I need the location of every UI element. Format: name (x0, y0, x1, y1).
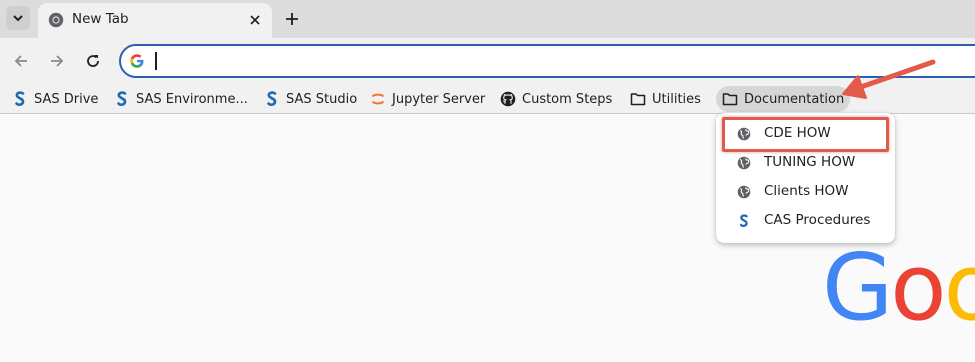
sas-icon (12, 91, 28, 107)
sas-icon (264, 91, 280, 107)
address-input[interactable] (155, 50, 855, 72)
menu-item-cas-procedures[interactable]: CAS Procedures (716, 206, 895, 235)
bookmark-jupyter-server[interactable]: Jupyter Server (366, 86, 489, 112)
bookmark-folder-documentation[interactable]: Documentation (716, 86, 851, 112)
text-caret (155, 52, 157, 70)
tab-new-tab[interactable]: New Tab (38, 3, 272, 38)
arrow-left-icon (14, 55, 27, 67)
menu-item-tuning-how[interactable]: TUNING HOW (716, 148, 895, 177)
bookmark-label: Documentation (744, 91, 845, 107)
reload-button[interactable] (81, 49, 105, 73)
bookmark-sas-environment[interactable]: SAS Environme... (110, 86, 252, 112)
google-logo: Goo (822, 242, 975, 334)
sas-icon (736, 213, 752, 229)
close-tab-button[interactable] (246, 11, 264, 29)
google-logo-letter: G (822, 234, 893, 341)
close-icon (250, 15, 260, 25)
github-icon (500, 91, 516, 107)
bookmarks-bar: SAS Drive SAS Environme... SAS Studio Ju… (0, 84, 975, 114)
address-bar[interactable] (119, 44, 975, 78)
folder-icon (630, 91, 646, 107)
back-button[interactable] (9, 49, 33, 73)
globe-icon (736, 184, 752, 200)
menu-item-label: TUNING HOW (764, 154, 856, 170)
bookmark-label: Utilities (652, 91, 701, 107)
reload-icon (87, 55, 99, 67)
toolbar (0, 38, 975, 84)
bookmark-folder-utilities[interactable]: Utilities (626, 86, 705, 112)
bookmark-sas-studio[interactable]: SAS Studio (260, 86, 361, 112)
new-tab-button[interactable] (280, 7, 304, 31)
google-g-icon (130, 54, 144, 68)
bookmark-label: SAS Studio (286, 91, 358, 107)
forward-button[interactable] (45, 49, 69, 73)
folder-icon (722, 91, 738, 107)
google-logo-letter: o (890, 234, 946, 341)
tab-strip: New Tab (0, 0, 975, 38)
bookmark-custom-steps[interactable]: Custom Steps (496, 86, 616, 112)
sas-icon (114, 91, 130, 107)
chrome-icon (48, 12, 64, 28)
bookmark-label: Custom Steps (522, 91, 613, 107)
tab-search-button[interactable] (6, 6, 30, 30)
menu-item-label: Clients HOW (764, 183, 849, 199)
bookmark-sas-drive[interactable]: SAS Drive (8, 86, 102, 112)
tab-title: New Tab (72, 11, 129, 27)
annotation-highlight-box (722, 117, 889, 152)
arrow-right-icon (51, 55, 64, 67)
chevron-down-icon (13, 15, 23, 22)
bookmark-label: Jupyter Server (392, 91, 486, 107)
menu-item-label: CAS Procedures (764, 212, 871, 228)
bookmark-label: SAS Environme... (136, 91, 248, 107)
globe-icon (736, 155, 752, 171)
menu-item-clients-how[interactable]: Clients HOW (716, 177, 895, 206)
jupyter-icon (370, 91, 386, 107)
google-logo-letter: o (943, 234, 975, 341)
plus-icon (286, 13, 298, 25)
bookmark-label: SAS Drive (34, 91, 99, 107)
